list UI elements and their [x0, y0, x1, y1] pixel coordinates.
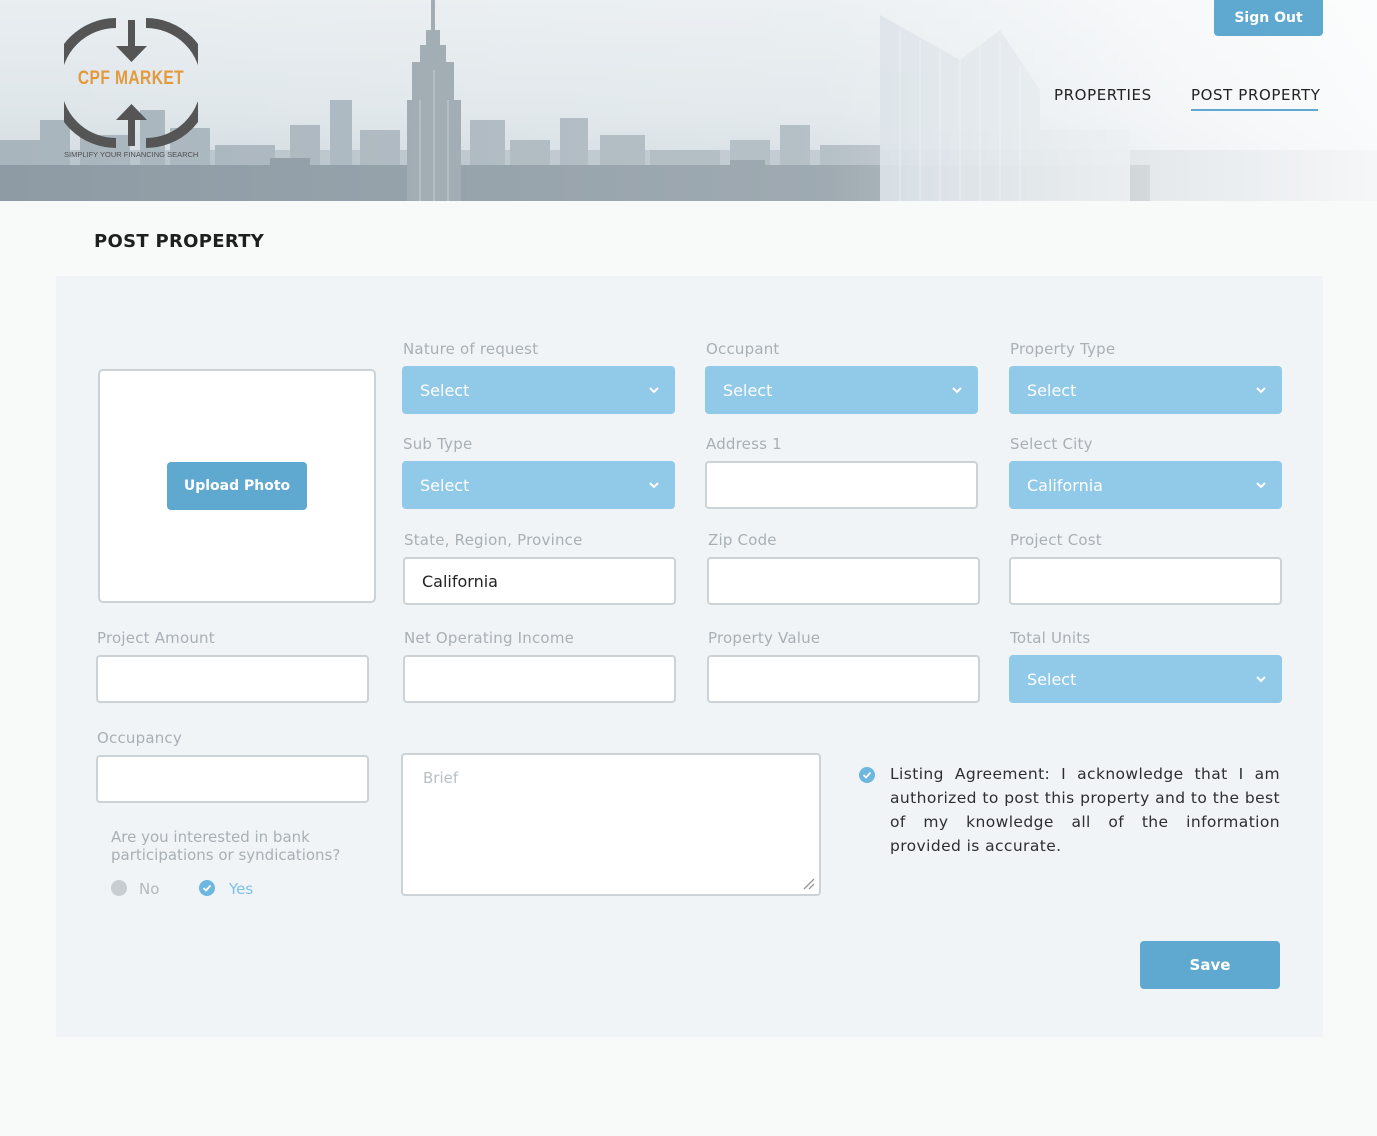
select-city-select[interactable]: California — [1009, 461, 1282, 509]
property-type-label: Property Type — [1010, 340, 1116, 358]
upload-photo-button[interactable]: Upload Photo — [167, 462, 307, 510]
nature-of-request-value: Select — [420, 380, 470, 400]
chevron-down-icon — [1256, 387, 1266, 394]
property-value-label: Property Value — [708, 629, 821, 647]
check-icon — [862, 771, 872, 779]
listing-agreement-text: Listing Agreement: I acknowledge that I … — [890, 765, 1280, 855]
zip-code-input[interactable] — [707, 557, 980, 605]
resize-grip-icon[interactable] — [801, 876, 815, 890]
zip-code-label: Zip Code — [708, 531, 777, 549]
radio-yes[interactable] — [199, 880, 215, 896]
chevron-down-icon — [952, 387, 962, 394]
sub-type-label: Sub Type — [403, 435, 473, 453]
brief-placeholder: Brief — [423, 769, 459, 787]
total-units-label: Total Units — [1010, 629, 1091, 647]
chevron-down-icon — [1256, 676, 1266, 683]
logo-tagline: SIMPLIFY YOUR FINANCING SEARCH — [64, 150, 199, 159]
radio-no-label[interactable]: No — [139, 880, 159, 898]
logo-text: CPF MARKET — [77, 68, 185, 89]
sub-type-select[interactable]: Select — [402, 461, 675, 509]
address1-label: Address 1 — [706, 435, 782, 453]
property-value-input[interactable] — [707, 655, 980, 703]
project-amount-label: Project Amount — [97, 629, 215, 647]
project-amount-input[interactable] — [96, 655, 369, 703]
noi-input[interactable] — [403, 655, 676, 703]
property-type-value: Select — [1027, 380, 1077, 400]
save-button[interactable]: Save — [1140, 941, 1280, 989]
project-cost-label: Project Cost — [1010, 531, 1102, 549]
address1-input[interactable] — [705, 461, 978, 509]
occupant-label: Occupant — [706, 340, 780, 358]
chevron-down-icon — [1256, 482, 1266, 489]
state-input[interactable]: California — [403, 557, 676, 605]
sub-type-value: Select — [420, 475, 470, 495]
project-cost-input[interactable] — [1009, 557, 1282, 605]
state-label: State, Region, Province — [404, 531, 583, 549]
chevron-down-icon — [649, 387, 659, 394]
page-title: POST PROPERTY — [94, 231, 265, 252]
chevron-down-icon — [649, 482, 659, 489]
participation-question: Are you interested in bank participation… — [111, 828, 341, 864]
sign-out-button[interactable]: Sign Out — [1214, 0, 1323, 36]
nature-of-request-label: Nature of request — [403, 340, 539, 358]
occupant-select[interactable]: Select — [705, 366, 978, 414]
brief-textarea[interactable]: Brief — [401, 753, 821, 896]
nature-of-request-select[interactable]: Select — [402, 366, 675, 414]
select-city-value: California — [1027, 475, 1103, 495]
listing-agreement-checkbox[interactable] — [859, 767, 875, 783]
total-units-select[interactable]: Select — [1009, 655, 1282, 703]
occupancy-input[interactable] — [96, 755, 369, 803]
nav-properties[interactable]: PROPERTIES — [1054, 86, 1152, 104]
property-type-select[interactable]: Select — [1009, 366, 1282, 414]
radio-no[interactable] — [111, 880, 127, 896]
select-city-label: Select City — [1010, 435, 1093, 453]
nav-post-property[interactable]: POST PROPERTY — [1191, 86, 1321, 111]
occupant-value: Select — [723, 380, 773, 400]
cpf-market-logo[interactable]: CPF MARKET SIMPLIFY YOUR FINANCING SEARC… — [51, 16, 211, 166]
check-icon — [202, 884, 212, 892]
header-banner — [0, 0, 1377, 201]
noi-label: Net Operating Income — [404, 629, 575, 647]
total-units-value: Select — [1027, 669, 1077, 689]
occupancy-label: Occupancy — [97, 729, 182, 747]
radio-yes-label[interactable]: Yes — [229, 880, 253, 898]
